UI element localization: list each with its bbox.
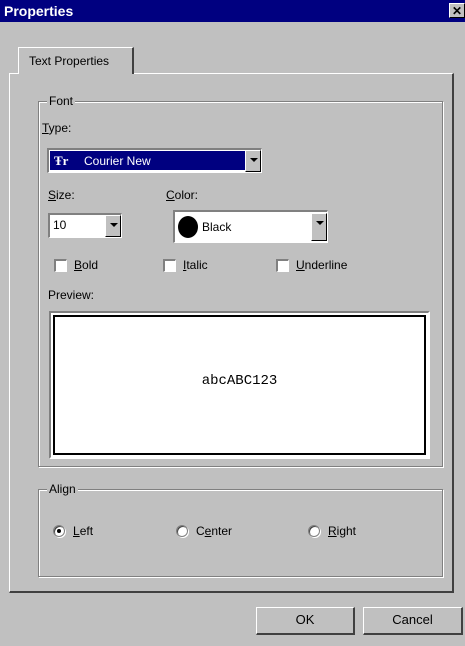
color-label: Color: bbox=[166, 188, 199, 202]
color-dropdown[interactable]: Black bbox=[173, 210, 328, 243]
close-button[interactable]: ✕ bbox=[449, 3, 465, 18]
align-center-label: Center bbox=[196, 524, 233, 538]
align-center-radio[interactable] bbox=[176, 525, 188, 537]
bold-checkbox[interactable] bbox=[54, 259, 67, 272]
tab-text-properties[interactable]: Text Properties bbox=[18, 47, 134, 74]
window-title: Properties bbox=[4, 3, 74, 19]
size-label: Size: bbox=[48, 188, 75, 202]
tab-label: Text Properties bbox=[29, 54, 110, 68]
close-icon: ✕ bbox=[451, 4, 463, 18]
size-dropdown[interactable]: 10 bbox=[48, 213, 122, 238]
align-left-radio[interactable] bbox=[53, 525, 65, 537]
align-left-label: Left bbox=[73, 524, 94, 538]
cancel-button[interactable]: Cancel bbox=[363, 607, 463, 635]
type-label: Type: bbox=[42, 121, 72, 135]
preview-box: abcABC123 bbox=[49, 311, 430, 459]
title-bar: Properties ✕ bbox=[0, 0, 465, 22]
align-right-label: Right bbox=[328, 524, 357, 538]
underline-checkbox[interactable] bbox=[276, 259, 289, 272]
italic-label: Italic bbox=[183, 258, 208, 272]
color-swatch bbox=[178, 216, 198, 238]
bold-label: Bold bbox=[74, 258, 99, 272]
ok-button[interactable]: OK bbox=[256, 607, 355, 635]
truetype-icon: Ŧr bbox=[54, 153, 69, 168]
font-group-title: Font bbox=[47, 94, 76, 108]
align-groupbox: Align bbox=[38, 482, 443, 577]
chevron-down-icon[interactable] bbox=[245, 150, 261, 172]
font-type-selection: Ŧr Courier New bbox=[50, 151, 245, 170]
size-value: 10 bbox=[53, 218, 67, 232]
align-group-title: Align bbox=[47, 482, 78, 496]
underline-label: Underline bbox=[296, 258, 348, 272]
preview-label: Preview: bbox=[48, 288, 95, 302]
align-right-radio[interactable] bbox=[308, 525, 320, 537]
color-value: Black bbox=[202, 220, 232, 234]
preview-text: abcABC123 bbox=[201, 373, 278, 389]
italic-checkbox[interactable] bbox=[163, 259, 176, 272]
font-type-dropdown[interactable]: Ŧr Courier New bbox=[47, 148, 262, 173]
chevron-down-icon[interactable] bbox=[311, 213, 327, 241]
chevron-down-icon[interactable] bbox=[105, 215, 121, 237]
font-type-value: Courier New bbox=[84, 154, 151, 168]
